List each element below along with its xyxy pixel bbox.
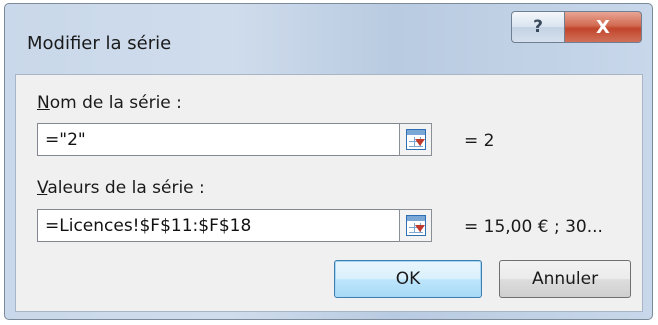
series-name-field[interactable]: ="2" bbox=[37, 123, 421, 156]
dialog-title: Modifier la série bbox=[27, 33, 172, 54]
close-button[interactable]: X bbox=[564, 11, 642, 43]
dialog-body: Nom de la série : ="2" = 2 Valeurs de la… bbox=[15, 74, 643, 312]
series-values-label-accelerator: V bbox=[37, 178, 48, 198]
series-name-value: ="2" bbox=[45, 130, 86, 150]
series-values-label-text: aleurs de la série : bbox=[47, 178, 205, 198]
title-bar[interactable]: Modifier la série ? X bbox=[5, 4, 652, 76]
ok-button[interactable]: OK bbox=[334, 260, 482, 298]
cancel-button-label: Annuler bbox=[531, 269, 599, 289]
series-values-result: = 15,00 € ; 30... bbox=[464, 217, 603, 237]
question-mark-icon: ? bbox=[533, 17, 543, 37]
series-name-label-accelerator: N bbox=[37, 93, 50, 113]
series-values-label: Valeurs de la série : bbox=[37, 178, 205, 198]
ok-button-label: OK bbox=[395, 269, 421, 289]
range-collapse-icon bbox=[406, 215, 426, 236]
series-name-label-text: om de la série : bbox=[49, 93, 182, 113]
series-values-collapse-button[interactable] bbox=[399, 209, 432, 242]
series-name-collapse-button[interactable] bbox=[399, 123, 432, 156]
range-collapse-icon bbox=[406, 129, 426, 150]
edit-series-dialog: Modifier la série ? X Nom de la série : … bbox=[4, 3, 653, 320]
series-name-result: = 2 bbox=[464, 131, 495, 151]
cancel-button[interactable]: Annuler bbox=[499, 260, 631, 298]
close-icon: X bbox=[596, 16, 610, 38]
series-values-field[interactable]: =Licences!$F$11:$F$18 bbox=[37, 209, 421, 242]
help-button[interactable]: ? bbox=[511, 11, 565, 43]
series-name-label: Nom de la série : bbox=[37, 93, 182, 113]
series-values-value: =Licences!$F$11:$F$18 bbox=[45, 216, 252, 236]
